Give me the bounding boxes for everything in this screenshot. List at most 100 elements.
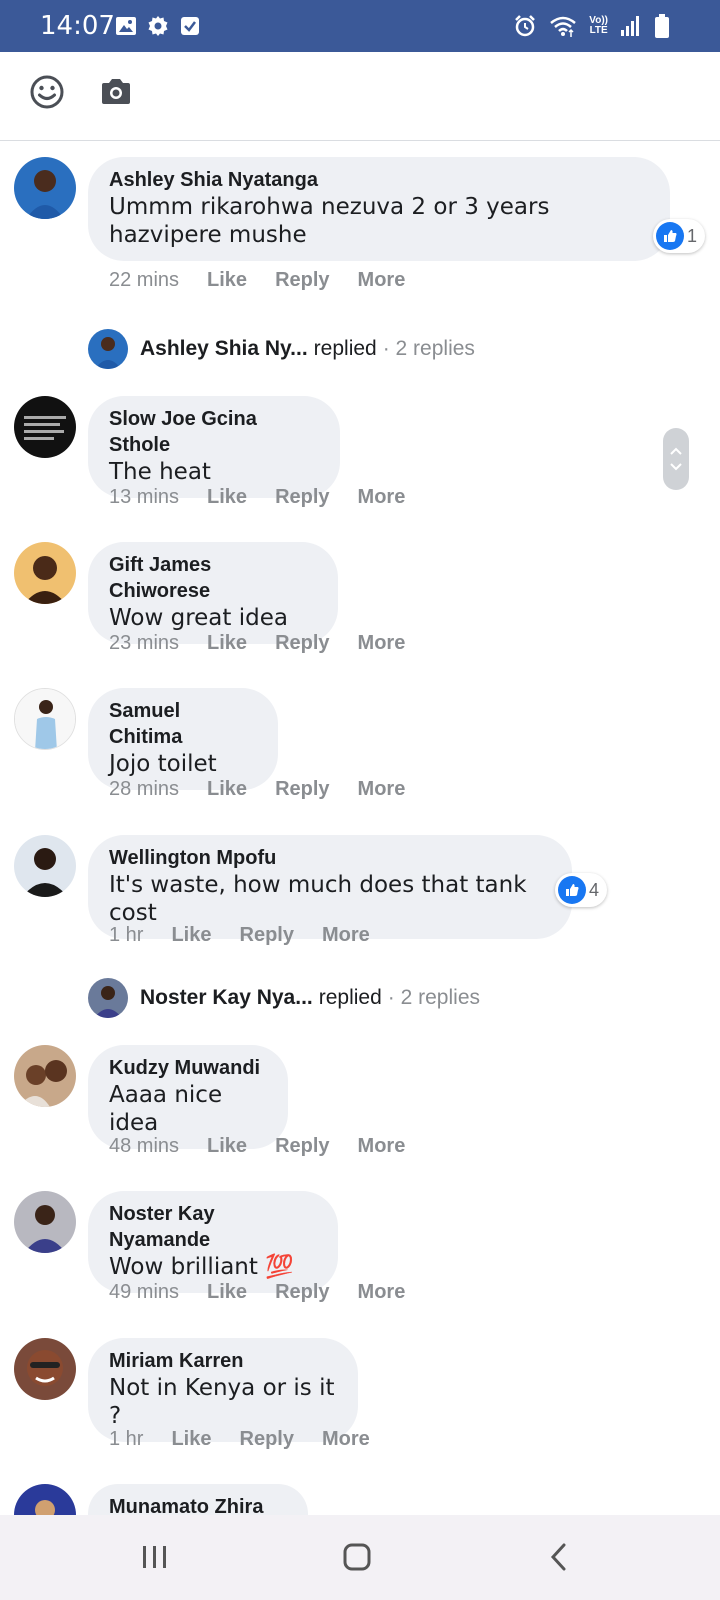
avatar[interactable] [14,1191,76,1253]
back-icon [550,1543,566,1571]
comment-time: 48 mins [109,1135,180,1157]
comment-author[interactable]: Ashley Shia Nyatanga [109,167,649,193]
image-icon [116,17,136,35]
comment-actions: 13 mins Like Reply More [109,486,405,509]
avatar[interactable] [14,835,76,897]
comment-text: Not in Kenya or is it ? [109,1375,335,1429]
status-right-icons: Vo)) LTE [513,12,670,40]
comment-text: Ummm rikarohwa nezuva 2 or 3 years hazvi… [109,194,550,248]
avatar[interactable] [14,1338,76,1400]
reply-button[interactable]: Reply [275,486,329,509]
avatar [88,329,128,369]
battery-icon [655,14,669,38]
comment-composer-toolbar [0,52,720,141]
emoji-button[interactable] [27,72,67,112]
more-button[interactable]: More [358,778,406,801]
comment-actions: 49 mins Like Reply More [109,1281,405,1304]
fast-scroll-handle[interactable] [663,428,689,490]
replied-label: replied [313,337,377,360]
reply-button[interactable]: Reply [275,632,329,655]
comment-time: 28 mins [109,778,180,800]
comment-text: Aaaa nice idea [109,1082,223,1136]
home-icon [343,1543,371,1571]
like-button[interactable]: Like [207,486,247,509]
camera-button[interactable] [96,72,136,112]
comment-text: It's waste, how much does that tank cost [109,872,527,926]
avatar[interactable] [14,1045,76,1107]
more-button[interactable]: More [358,486,406,509]
avatar[interactable] [14,542,76,604]
comment-text: The heat [109,459,211,485]
reply-button[interactable]: Reply [240,1428,294,1451]
comment-actions: 23 mins Like Reply More [109,632,405,655]
comment-bubble[interactable]: Noster Kay Nyamande Wow brilliant 💯 [88,1191,338,1293]
comment-time: 13 mins [109,486,180,508]
reply-button[interactable]: Reply [275,269,329,292]
comment-author[interactable]: Miriam Karren [109,1348,337,1374]
reaction-count[interactable]: 4 [555,873,608,907]
comment-time: 23 mins [109,632,180,654]
reaction-count-label: 1 [687,225,698,246]
wifi-icon [550,16,577,37]
emoji-icon [30,75,64,109]
more-button[interactable]: More [322,924,370,947]
like-button[interactable]: Like [207,1135,247,1158]
comment-bubble[interactable]: Ashley Shia Nyatanga Ummm rikarohwa nezu… [88,157,670,261]
like-button[interactable]: Like [207,632,247,655]
comment-time: 1 hr [109,924,144,946]
like-button[interactable]: Like [207,269,247,292]
more-button[interactable]: More [322,1428,370,1451]
avatar[interactable] [14,688,76,750]
comment-item: Munamato Zhira [0,1484,720,1515]
reply-button[interactable]: Reply [275,778,329,801]
more-button[interactable]: More [358,1135,406,1158]
comment-time: 22 mins [109,269,180,291]
chevron-up-icon [670,447,682,455]
back-button[interactable] [537,1537,581,1577]
reply-button[interactable]: Reply [275,1135,329,1158]
comment-actions: 48 mins Like Reply More [109,1135,405,1158]
comment-text: Wow great idea [109,605,288,631]
alarm-icon [515,15,536,37]
comment-bubble[interactable]: Gift James Chiworese Wow great idea [88,542,338,644]
comment-author[interactable]: Gift James Chiworese [109,552,317,604]
comment-author[interactable]: Kudzy Muwandi [109,1055,267,1081]
like-button[interactable]: Like [171,1428,211,1451]
like-button[interactable]: Like [207,1281,247,1304]
view-replies-link[interactable]: Ashley Shia Ny... replied · 2 replies [88,329,475,369]
reply-button[interactable]: Reply [275,1281,329,1304]
comment-author[interactable]: Noster Kay Nyamande [109,1201,317,1253]
avatar[interactable] [14,1484,76,1515]
comment-author[interactable]: Wellington Mpofu [109,845,551,871]
reply-author: Ashley Shia Ny... [140,337,308,360]
more-button[interactable]: More [358,269,406,292]
comment-bubble[interactable]: Samuel Chitima Jojo toilet [88,688,278,790]
view-replies-link[interactable]: Noster Kay Nya... replied · 2 replies [88,978,480,1018]
home-button[interactable] [335,1537,379,1577]
comment-author[interactable]: Samuel Chitima [109,698,257,750]
comment-bubble[interactable]: Munamato Zhira [88,1484,308,1515]
comment-author[interactable]: Slow Joe Gcina Sthole [109,406,319,458]
comment-actions: 1 hr Like Reply More [109,1428,370,1451]
comment-bubble[interactable]: Slow Joe Gcina Sthole The heat [88,396,340,498]
like-button[interactable]: Like [207,778,247,801]
comment-time: 49 mins [109,1281,180,1303]
avatar[interactable] [14,396,76,458]
more-button[interactable]: More [358,1281,406,1304]
like-reaction-icon [558,876,586,904]
reply-button[interactable]: Reply [240,924,294,947]
more-button[interactable]: More [358,632,406,655]
comment-actions: 22 mins Like Reply More [109,269,405,292]
volte-bottom-label: LTE [589,25,608,36]
avatar[interactable] [14,157,76,219]
recent-apps-button[interactable] [133,1537,177,1577]
like-button[interactable]: Like [171,924,211,947]
comment-bubble[interactable]: Kudzy Muwandi Aaaa nice idea [88,1045,288,1149]
reaction-count-label: 4 [589,879,600,900]
gear-icon [148,16,168,36]
reply-count: · 2 replies [387,986,480,1009]
reaction-count[interactable]: 1 [653,219,706,253]
comment-bubble[interactable]: Miriam Karren Not in Kenya or is it ? [88,1338,358,1442]
like-reaction-icon [656,222,684,250]
comment-author[interactable]: Munamato Zhira [109,1494,287,1515]
